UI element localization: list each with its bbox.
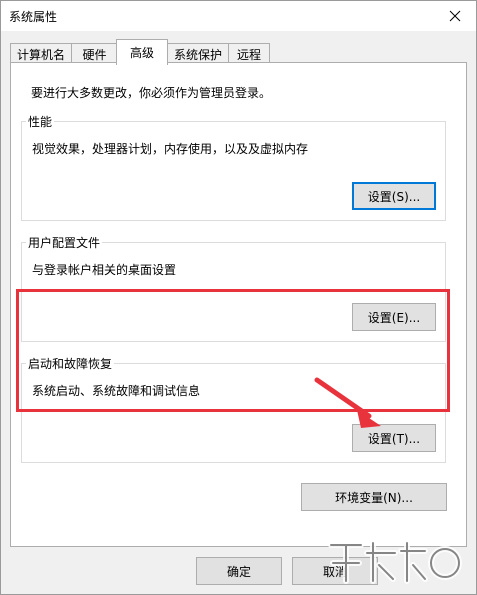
close-button[interactable]	[434, 1, 476, 31]
startup-recovery-description: 系统启动、系统故障和调试信息	[32, 384, 201, 398]
admin-notice: 要进行大多数更改，你必须作为管理员登录。	[31, 86, 272, 100]
ok-button[interactable]: 确定	[196, 557, 282, 585]
startup-recovery-group-title: 启动和故障恢复	[26, 355, 115, 372]
title-bar: 系统属性	[1, 1, 476, 31]
tab-remote[interactable]: 远程	[228, 43, 270, 64]
environment-variables-button[interactable]: 环境变量(N)...	[301, 483, 447, 511]
user-profiles-description: 与登录帐户相关的桌面设置	[32, 263, 177, 277]
tab-system-protection[interactable]: 系统保护	[167, 43, 229, 64]
performance-group-title: 性能	[26, 113, 55, 130]
tab-hardware[interactable]: 硬件	[71, 43, 118, 64]
startup-recovery-group: 启动和故障恢复 系统启动、系统故障和调试信息 设置(T)...	[21, 355, 446, 463]
user-profiles-group-title: 用户配置文件	[26, 234, 103, 251]
user-profiles-group: 用户配置文件 与登录帐户相关的桌面设置 设置(E)...	[21, 234, 446, 342]
close-icon	[449, 10, 461, 22]
window-title: 系统属性	[9, 10, 58, 24]
tab-computer-name[interactable]: 计算机名	[10, 43, 72, 64]
advanced-tab-panel: 要进行大多数更改，你必须作为管理员登录。 性能 视觉效果，处理器计划，内存使用，…	[10, 62, 467, 547]
performance-description: 视觉效果，处理器计划，内存使用，以及及虚拟内存	[32, 142, 309, 156]
performance-group: 性能 视觉效果，处理器计划，内存使用，以及及虚拟内存 设置(S)...	[21, 113, 446, 221]
performance-settings-button[interactable]: 设置(S)...	[352, 182, 436, 210]
user-profiles-settings-button[interactable]: 设置(E)...	[352, 303, 436, 331]
cancel-button[interactable]: 取消	[292, 557, 378, 585]
startup-recovery-settings-button[interactable]: 设置(T)...	[352, 424, 436, 452]
tab-advanced[interactable]: 高级	[116, 39, 168, 65]
system-properties-window: 系统属性 计算机名 硬件 高级 系统保护 远程 要进行大多数更改，你必须作为管理…	[0, 0, 477, 595]
